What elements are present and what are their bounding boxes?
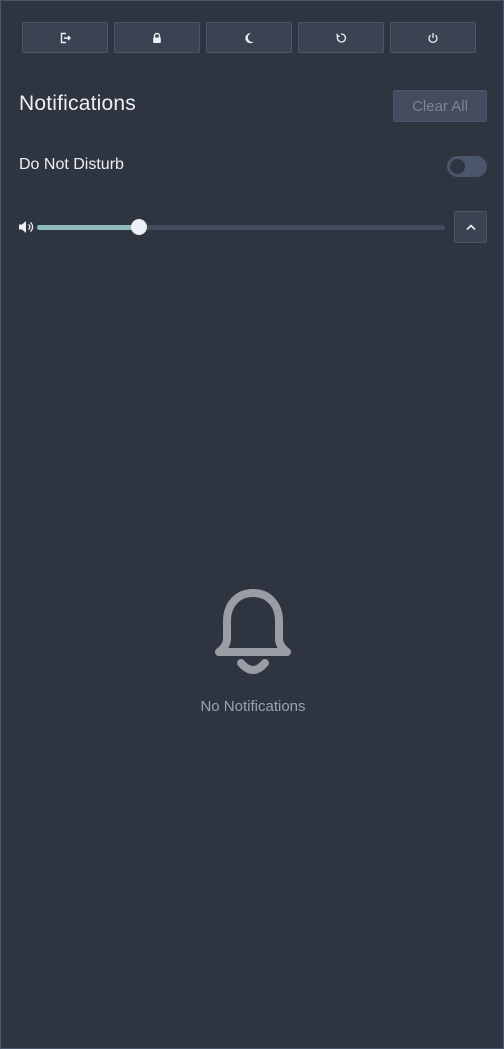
lock-button[interactable] [114, 22, 200, 53]
expand-button[interactable] [454, 211, 487, 243]
power-icon [428, 32, 438, 43]
lock-icon [153, 32, 161, 43]
volume-slider[interactable] [37, 219, 445, 235]
sleep-button[interactable] [206, 22, 292, 53]
page-title: Notifications [19, 92, 136, 115]
volume-fill [37, 225, 139, 230]
logout-button[interactable] [22, 22, 108, 53]
empty-state-text: No Notifications [200, 698, 306, 715]
volume-thumb[interactable] [131, 219, 147, 235]
chevron-up-icon [466, 224, 475, 230]
shutdown-button[interactable] [390, 22, 476, 53]
restart-icon [336, 32, 347, 43]
do-not-disturb-label: Do Not Disturb [19, 156, 124, 173]
do-not-disturb-toggle[interactable] [447, 156, 487, 177]
toggle-knob [450, 159, 465, 174]
moon-icon [245, 32, 254, 43]
reboot-button[interactable] [298, 22, 384, 53]
speaker-icon[interactable] [18, 220, 37, 234]
empty-state: No Notifications [1, 587, 504, 715]
bell-icon [215, 589, 291, 674]
power-buttons-row [22, 22, 476, 53]
clear-all-button[interactable]: Clear All [393, 90, 487, 122]
notification-center: Notifications Clear All Do Not Disturb N… [0, 0, 504, 1049]
logout-icon [60, 32, 71, 43]
